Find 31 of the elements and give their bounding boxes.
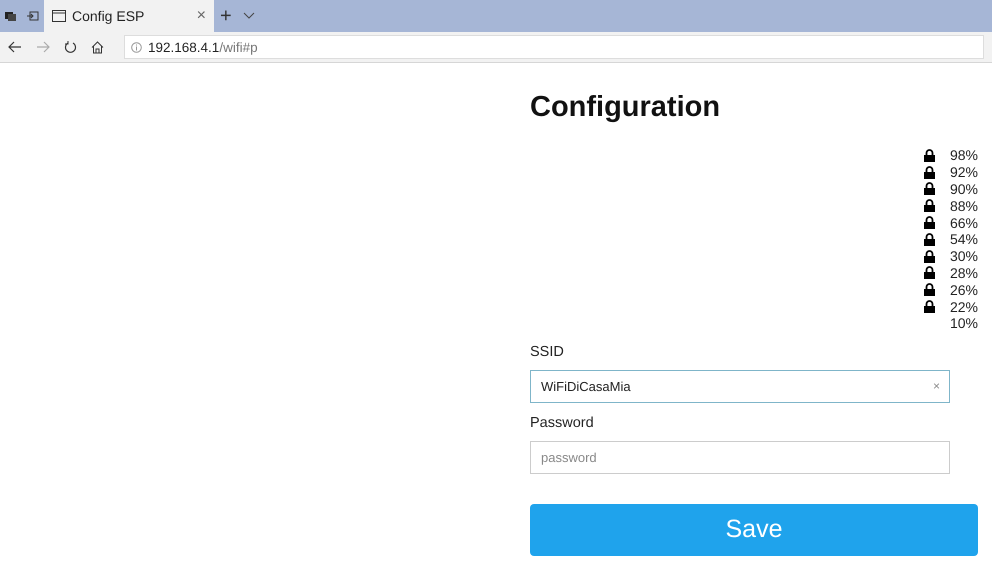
page-heading: Configuration xyxy=(530,90,722,125)
signal-quality[interactable]: 28% xyxy=(950,264,978,281)
url-path: /wifi#p xyxy=(219,40,258,54)
tabs-aside-icon[interactable] xyxy=(5,10,17,22)
back-icon[interactable] xyxy=(8,41,22,53)
signal-quality[interactable]: 66% xyxy=(950,214,978,231)
password-label: Password xyxy=(530,414,595,431)
address-bar[interactable]: 192.168.4.1/wifi#p xyxy=(124,35,984,59)
signal-quality[interactable]: 90% xyxy=(950,180,978,197)
password-field[interactable]: password xyxy=(530,440,950,474)
new-tab-button[interactable]: + xyxy=(214,0,238,32)
chevron-down-icon[interactable] xyxy=(242,12,255,20)
info-icon xyxy=(131,42,142,52)
clear-button[interactable]: × xyxy=(932,378,940,393)
refresh-icon[interactable] xyxy=(64,40,77,54)
signal-quality[interactable]: 22% xyxy=(950,298,978,315)
signal-quality[interactable]: 92% xyxy=(950,164,978,180)
signal-quality[interactable]: 30% xyxy=(950,248,978,264)
signal-quality[interactable]: 88% xyxy=(950,198,978,214)
signal-quality[interactable]: 98% xyxy=(950,147,978,164)
signal-quality[interactable]: 10% xyxy=(950,315,978,332)
page-icon xyxy=(52,10,66,22)
signal-quality[interactable]: 26% xyxy=(950,282,978,298)
ssid-label: SSID xyxy=(530,344,565,360)
tab-title: Config ESP xyxy=(72,8,146,24)
home-icon[interactable] xyxy=(91,40,104,54)
browser-tab[interactable]: Config ESP × xyxy=(44,0,214,32)
url-host: 192.168.4.1 xyxy=(148,40,220,54)
tab-close-button[interactable]: × xyxy=(196,7,206,25)
signal-quality[interactable]: 54% xyxy=(950,231,978,248)
tab-preview-icon[interactable] xyxy=(27,10,39,22)
